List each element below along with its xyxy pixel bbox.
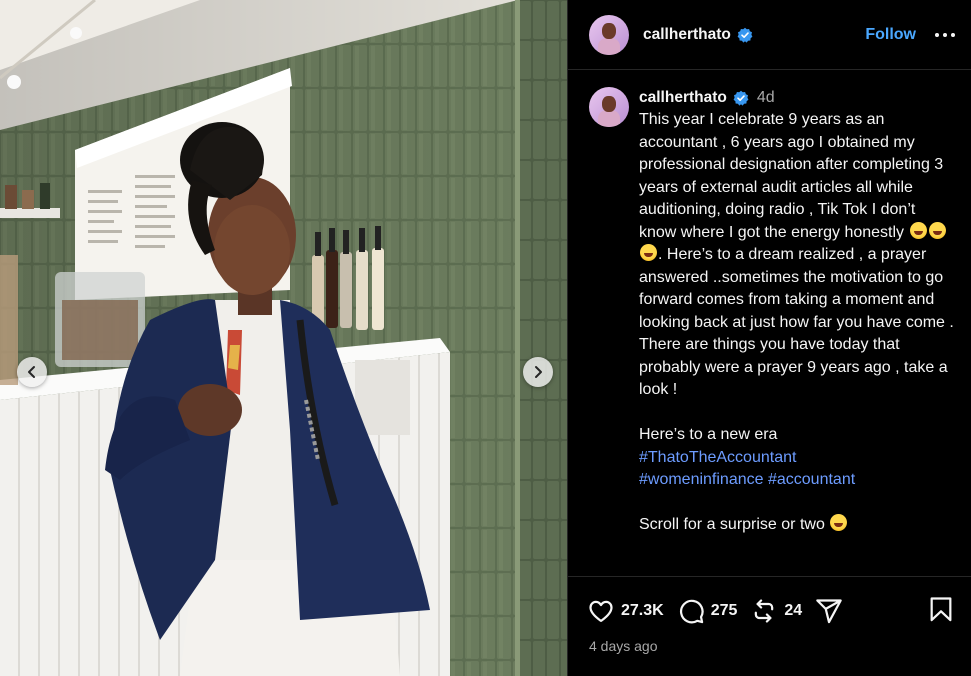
grinning-squinting-face-emoji-icon <box>830 514 848 531</box>
post-side-panel: callherthato Follow callherthato 4d This… <box>567 0 971 676</box>
author-username[interactable]: callherthato <box>643 26 731 44</box>
verified-badge-icon <box>737 27 753 43</box>
caption-text: This year I celebrate 9 years as an acco… <box>639 109 955 537</box>
caption-paragraph-gap <box>639 492 955 515</box>
caption-paragraph: This year I celebrate 9 years as an acco… <box>639 109 955 402</box>
comment-button[interactable]: 275 <box>677 597 738 625</box>
follow-button[interactable]: Follow <box>865 26 916 44</box>
heart-icon <box>589 600 613 623</box>
share-button[interactable] <box>815 597 843 625</box>
caption-paragraph-gap <box>639 402 955 425</box>
post-timestamp[interactable]: 4 days ago <box>568 627 971 654</box>
caption-paragraph: Scroll for a surprise or two <box>639 514 955 537</box>
post-actions-area: 27.3K 275 24 4 days ago <box>568 576 971 676</box>
like-button[interactable]: 27.3K <box>587 597 664 625</box>
caption-text-segment: Here’s to a new era <box>639 426 778 443</box>
carousel-prev-button[interactable] <box>17 357 47 387</box>
grinning-squinting-face-emoji-icon <box>909 221 927 239</box>
caption-author-avatar[interactable] <box>589 87 629 127</box>
chevron-right-icon <box>535 366 542 378</box>
post-age[interactable]: 4d <box>757 89 775 107</box>
repost-count[interactable]: 24 <box>784 602 802 620</box>
comments-section[interactable]: callherthato 4d This year I celebrate 9 … <box>568 70 971 576</box>
post-photo <box>0 0 567 676</box>
caption-text-segment: This year I celebrate 9 years as an acco… <box>639 111 944 241</box>
repost-icon <box>755 599 774 623</box>
verified-badge-icon <box>733 90 749 106</box>
carousel-next-button[interactable] <box>523 357 553 387</box>
action-bar: 27.3K 275 24 <box>568 577 971 627</box>
post-caption: callherthato 4d This year I celebrate 9 … <box>568 70 971 537</box>
post-header: callherthato Follow <box>568 0 971 70</box>
more-options-icon[interactable] <box>935 32 955 37</box>
comment-count[interactable]: 275 <box>711 602 738 620</box>
grinning-squinting-face-emoji-icon <box>640 244 657 261</box>
caption-paragraph: Here’s to a new era #ThatoTheAccountant #w… <box>639 424 955 492</box>
hashtag-link[interactable]: #ThatoTheAccountant <box>639 449 796 466</box>
share-paper-plane-icon <box>816 599 842 624</box>
like-count[interactable]: 27.3K <box>621 602 664 620</box>
save-button[interactable] <box>927 595 955 628</box>
comment-bubble-icon <box>679 599 704 624</box>
hashtag-link[interactable]: #womeninfinance <box>639 471 764 488</box>
grinning-squinting-face-emoji-icon <box>928 221 946 239</box>
hashtag-link[interactable]: #accountant <box>768 471 855 488</box>
bookmark-icon <box>930 596 952 621</box>
repost-button[interactable]: 24 <box>750 597 802 625</box>
post-media[interactable] <box>0 0 567 676</box>
caption-author-username[interactable]: callherthato <box>639 89 727 107</box>
caption-text-segment: . Here’s to a dream realized , a prayer … <box>639 246 954 398</box>
author-avatar[interactable] <box>589 14 629 55</box>
chevron-left-icon <box>28 366 35 378</box>
caption-text-segment: Scroll for a surprise or two <box>639 516 830 533</box>
